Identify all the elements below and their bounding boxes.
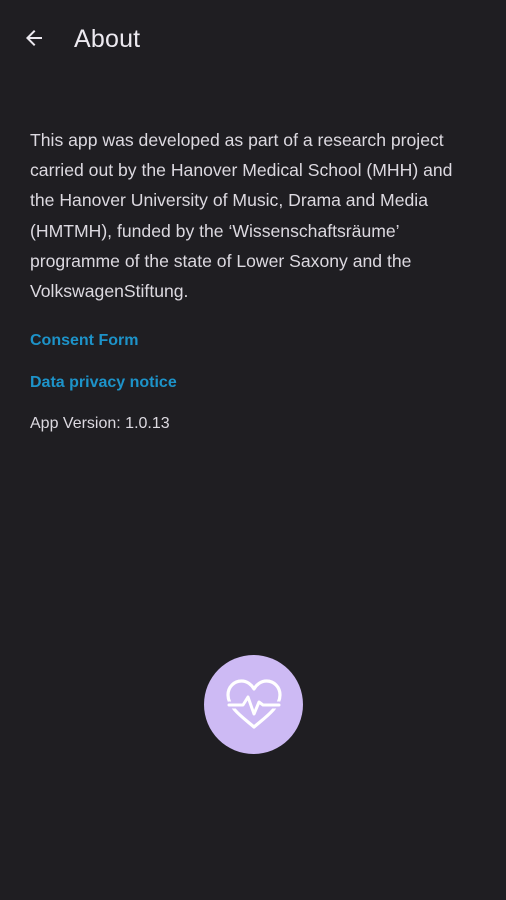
about-content: This app was developed as part of a rese… [30, 125, 478, 433]
consent-form-link[interactable]: Consent Form [30, 332, 478, 350]
data-privacy-notice-link[interactable]: Data privacy notice [30, 374, 478, 392]
app-bar: About [0, 0, 506, 78]
back-button[interactable] [14, 18, 54, 58]
heart-pulse-icon [225, 678, 282, 729]
arrow-back-icon [26, 30, 42, 46]
about-description: This app was developed as part of a rese… [30, 130, 453, 302]
app-logo [204, 655, 303, 754]
page-title: About [74, 25, 141, 53]
app-version: App Version: 1.0.13 [30, 415, 170, 433]
